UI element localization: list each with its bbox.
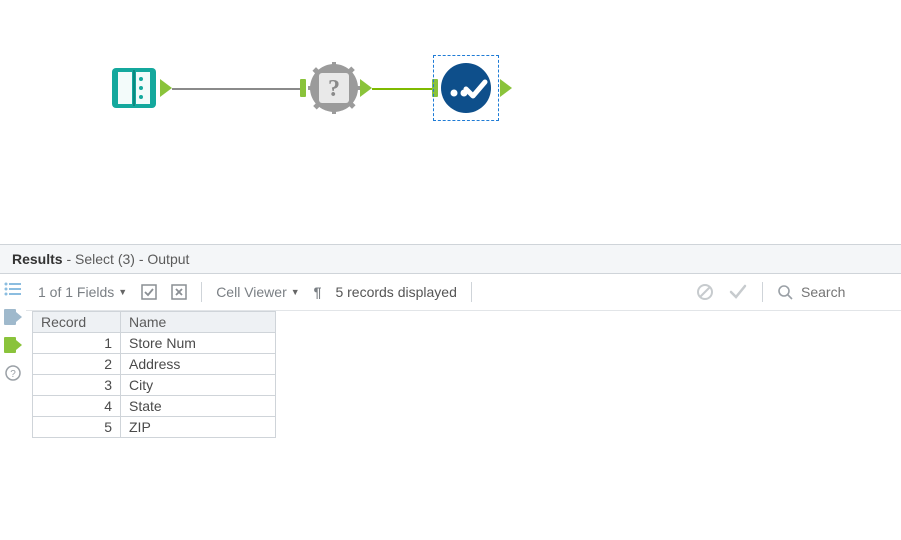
connection[interactable] <box>372 88 432 90</box>
output-anchor[interactable] <box>160 79 172 97</box>
col-header-record[interactable]: Record <box>33 312 121 333</box>
chevron-down-icon: ▼ <box>291 287 300 297</box>
output-anchor[interactable] <box>500 79 512 97</box>
help-icon[interactable]: ? <box>3 364 23 382</box>
results-left-rail: ? <box>0 274 26 438</box>
cell-name[interactable]: State <box>121 396 276 417</box>
table-row[interactable]: 2 Address <box>33 354 276 375</box>
results-title: Results <box>12 251 63 267</box>
fields-summary-label: 1 of 1 Fields <box>38 284 114 300</box>
cell-viewer-dropdown[interactable]: Cell Viewer ▼ <box>216 284 299 300</box>
select-check-icon <box>440 62 492 114</box>
cell-name[interactable]: ZIP <box>121 417 276 438</box>
cell-record[interactable]: 1 <box>33 333 121 354</box>
apply-check-icon[interactable] <box>728 283 748 301</box>
check-all-icon[interactable] <box>141 284 157 300</box>
cell-name[interactable]: Store Num <box>121 333 276 354</box>
input-anchor[interactable] <box>432 79 438 97</box>
fields-dropdown[interactable]: 1 of 1 Fields ▼ <box>38 284 127 300</box>
missing-macro-tool[interactable]: ? <box>308 62 360 114</box>
uncheck-all-icon[interactable] <box>171 284 187 300</box>
svg-text:?: ? <box>10 369 16 380</box>
toolbar-separator <box>201 282 202 302</box>
results-context: Select (3) - Output <box>75 251 189 267</box>
cell-name[interactable]: Address <box>121 354 276 375</box>
output-anchor-view-icon[interactable] <box>3 336 23 354</box>
select-tool[interactable] <box>440 62 492 114</box>
workflow-canvas[interactable]: ? <box>0 0 901 244</box>
book-icon <box>108 62 160 114</box>
cell-name[interactable]: City <box>121 375 276 396</box>
output-anchor[interactable] <box>360 79 372 97</box>
show-whitespace-icon[interactable]: ¶ <box>314 284 322 300</box>
cell-viewer-label: Cell Viewer <box>216 284 287 300</box>
results-toolbar: 1 of 1 Fields ▼ Cell Viewer ▼ ¶ 5 record… <box>26 274 901 311</box>
input-data-tool[interactable] <box>108 62 160 114</box>
messages-view-icon[interactable] <box>3 280 23 298</box>
not-allowed-icon[interactable] <box>696 283 714 301</box>
search-icon <box>777 284 793 300</box>
input-anchor-view-icon[interactable] <box>3 308 23 326</box>
cell-record[interactable]: 3 <box>33 375 121 396</box>
input-anchor[interactable] <box>300 79 306 97</box>
toolbar-separator <box>471 282 472 302</box>
toolbar-separator <box>762 282 763 302</box>
connection[interactable] <box>172 88 302 90</box>
question-gear-icon: ? <box>308 62 360 114</box>
cell-record[interactable]: 4 <box>33 396 121 417</box>
table-row[interactable]: 1 Store Num <box>33 333 276 354</box>
cell-record[interactable]: 5 <box>33 417 121 438</box>
results-table[interactable]: Record Name 1 Store Num 2 Address 3 City <box>32 311 276 438</box>
table-row[interactable]: 3 City <box>33 375 276 396</box>
col-header-name[interactable]: Name <box>121 312 276 333</box>
table-row[interactable]: 4 State <box>33 396 276 417</box>
cell-record[interactable]: 2 <box>33 354 121 375</box>
table-header-row: Record Name <box>33 312 276 333</box>
records-displayed-label: 5 records displayed <box>335 284 456 300</box>
chevron-down-icon: ▼ <box>118 287 127 297</box>
table-row[interactable]: 5 ZIP <box>33 417 276 438</box>
results-header: Results - Select (3) - Output <box>0 244 901 274</box>
svg-text:?: ? <box>328 76 340 102</box>
search-input[interactable] <box>799 283 889 301</box>
